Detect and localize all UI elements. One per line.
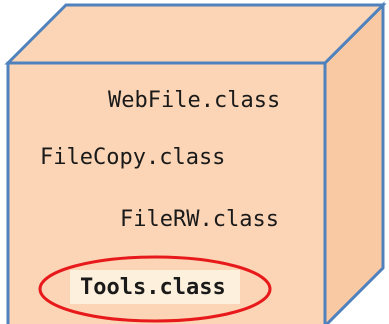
tools-highlight-ellipse: [38, 255, 272, 323]
cube-diagram: WebFile.class FileCopy.class FileRW.clas…: [0, 0, 389, 324]
highlight-overlay: [38, 255, 272, 323]
